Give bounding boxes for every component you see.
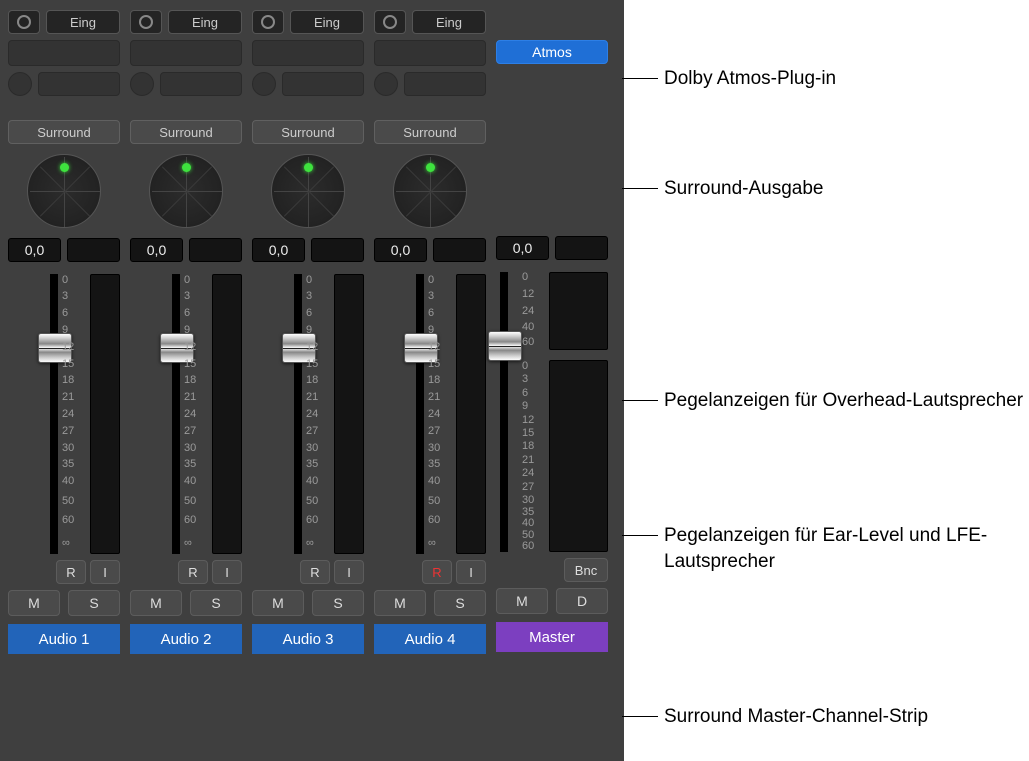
read-automation-button[interactable]: R <box>422 560 452 584</box>
record-enable-button[interactable] <box>130 10 162 34</box>
read-automation-button[interactable]: R <box>178 560 208 584</box>
input-monitor-button[interactable]: I <box>90 560 120 584</box>
level-meter <box>90 274 120 554</box>
channel-name[interactable]: Audio 3 <box>252 624 364 654</box>
atmos-plugin-button[interactable]: Atmos <box>496 40 608 64</box>
send-knob-slot[interactable] <box>252 72 276 96</box>
channel-name[interactable]: Audio 4 <box>374 624 486 654</box>
channel-strip-audio-2: Eing Surround 0,0 036 <box>130 10 242 753</box>
fader-scale <box>130 274 160 554</box>
mute-button[interactable]: M <box>252 590 304 616</box>
insert-slot[interactable] <box>8 40 120 66</box>
level-value[interactable]: 0,0 <box>374 238 427 262</box>
mute-button[interactable]: M <box>130 590 182 616</box>
earlevel-lfe-level-meter <box>549 360 608 552</box>
record-enable-button[interactable] <box>8 10 40 34</box>
callout-atmos: Dolby Atmos-Plug-in <box>664 68 836 89</box>
channel-name[interactable]: Audio 1 <box>8 624 120 654</box>
earlevel-meter-scale: 036 91215 182124 273035 405060 <box>522 360 546 552</box>
output-button[interactable]: Surround <box>252 120 364 144</box>
master-channel-strip: Atmos 0,0 01224 406 <box>496 10 608 753</box>
channel-strip-audio-1: Eing Surround 0,0 036 <box>8 10 120 753</box>
solo-button[interactable]: S <box>434 590 486 616</box>
level-meter <box>456 274 486 554</box>
peak-value[interactable] <box>433 238 486 262</box>
solo-button[interactable]: S <box>312 590 364 616</box>
mixer-panel: Eing Surround 0,0 036 <box>0 0 624 761</box>
callout-surround: Surround-Ausgabe <box>664 178 824 199</box>
volume-fader[interactable] <box>294 274 302 554</box>
send-slot[interactable] <box>38 72 120 96</box>
send-knob-slot[interactable] <box>130 72 154 96</box>
master-channel-name[interactable]: Master <box>496 622 608 652</box>
send-knob-slot[interactable] <box>8 72 32 96</box>
surround-panner[interactable] <box>149 154 223 228</box>
surround-panner[interactable] <box>27 154 101 228</box>
level-value[interactable]: 0,0 <box>252 238 305 262</box>
fader-scale <box>8 274 38 554</box>
output-button[interactable]: Surround <box>130 120 242 144</box>
record-enable-button[interactable] <box>374 10 406 34</box>
callout-earlevel: Pegelanzeigen für Ear-Level und LFE-Laut… <box>664 525 987 572</box>
record-enable-button[interactable] <box>252 10 284 34</box>
send-slot[interactable] <box>282 72 364 96</box>
solo-button[interactable]: S <box>68 590 120 616</box>
meter-scale: 036 91215 182124 273035 405060 ∞ <box>62 274 86 554</box>
input-button[interactable]: Eing <box>290 10 364 34</box>
read-automation-button[interactable]: R <box>56 560 86 584</box>
volume-fader[interactable] <box>172 274 180 554</box>
output-button[interactable]: Surround <box>8 120 120 144</box>
input-button[interactable]: Eing <box>46 10 120 34</box>
master-mute-button[interactable]: M <box>496 588 548 614</box>
overhead-meter-scale: 01224 4060 <box>522 272 546 350</box>
master-dim-button[interactable]: D <box>556 588 608 614</box>
level-meter <box>212 274 242 554</box>
meter-scale: 036 91215 182124 273035 405060 ∞ <box>306 274 330 554</box>
master-level-value[interactable]: 0,0 <box>496 236 549 260</box>
level-meter <box>334 274 364 554</box>
channel-name[interactable]: Audio 2 <box>130 624 242 654</box>
overhead-level-meter <box>549 272 608 350</box>
meter-scale: 036 91215 182124 273035 405060 ∞ <box>184 274 208 554</box>
send-slot[interactable] <box>404 72 486 96</box>
callouts-region: Dolby Atmos-Plug-in Surround-Ausgabe Peg… <box>624 0 1029 761</box>
read-automation-button[interactable]: R <box>300 560 330 584</box>
input-button[interactable]: Eing <box>168 10 242 34</box>
surround-panner[interactable] <box>271 154 345 228</box>
channel-strip-audio-4: Eing Surround 0,0 036 <box>374 10 486 753</box>
insert-slot[interactable] <box>130 40 242 66</box>
input-monitor-button[interactable]: I <box>212 560 242 584</box>
insert-slot[interactable] <box>374 40 486 66</box>
mute-button[interactable]: M <box>8 590 60 616</box>
input-button[interactable]: Eing <box>412 10 486 34</box>
mute-button[interactable]: M <box>374 590 426 616</box>
peak-value[interactable] <box>311 238 364 262</box>
input-monitor-button[interactable]: I <box>456 560 486 584</box>
bounce-button[interactable]: Bnc <box>564 558 608 582</box>
meter-scale: 036 91215 182124 273035 405060 ∞ <box>428 274 452 554</box>
output-button[interactable]: Surround <box>374 120 486 144</box>
send-slot[interactable] <box>160 72 242 96</box>
input-monitor-button[interactable]: I <box>334 560 364 584</box>
level-value[interactable]: 0,0 <box>130 238 183 262</box>
send-knob-slot[interactable] <box>374 72 398 96</box>
solo-button[interactable]: S <box>190 590 242 616</box>
volume-fader[interactable] <box>50 274 58 554</box>
peak-value[interactable] <box>67 238 120 262</box>
volume-fader[interactable] <box>416 274 424 554</box>
level-value[interactable]: 0,0 <box>8 238 61 262</box>
fader-scale <box>374 274 404 554</box>
peak-value[interactable] <box>189 238 242 262</box>
callout-master: Surround Master-Channel-Strip <box>664 706 928 727</box>
fader-scale <box>252 274 282 554</box>
master-peak-value[interactable] <box>555 236 608 260</box>
insert-slot[interactable] <box>252 40 364 66</box>
channel-strip-audio-3: Eing Surround 0,0 036 <box>252 10 364 753</box>
master-volume-fader[interactable] <box>500 272 508 552</box>
surround-panner[interactable] <box>393 154 467 228</box>
callout-overhead: Pegelanzeigen für Overhead-Lautsprecher <box>664 390 1023 411</box>
